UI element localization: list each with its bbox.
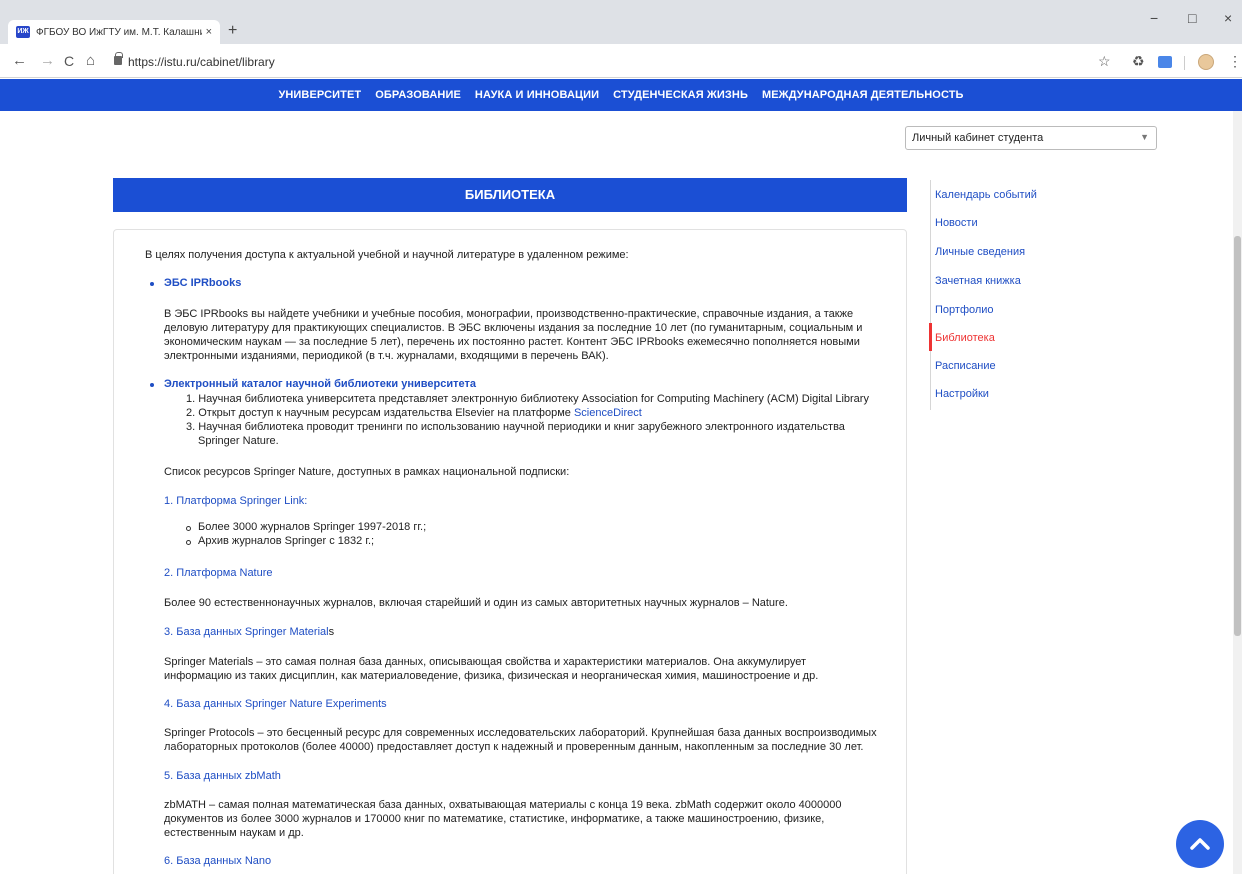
- new-tab-button[interactable]: +: [228, 22, 237, 40]
- forward-icon[interactable]: →: [40, 52, 55, 69]
- springer-link-link[interactable]: Платформа Springer Link:: [176, 495, 307, 507]
- close-window-button[interactable]: ×: [1224, 10, 1232, 26]
- protocols-text-line-1: Springer Protocols – это бесценный ресур…: [164, 727, 877, 739]
- circle-bullet-icon: [186, 526, 191, 531]
- extension-recycle-icon[interactable]: ♻: [1132, 53, 1145, 70]
- bullet-icon: [150, 383, 154, 387]
- ipr-text-line-1: В ЭБС IPRbooks вы найдете учебники и уче…: [164, 308, 854, 320]
- resource-5: 5. База данных zbMath: [164, 770, 281, 782]
- sidebar-item-calendar[interactable]: Календарь событий: [935, 189, 1037, 201]
- materials-text-line-1: Springer Materials – это самая полная ба…: [164, 656, 807, 668]
- sidebar-item-news[interactable]: Новости: [935, 217, 978, 229]
- tab-close-icon[interactable]: ×: [206, 26, 212, 38]
- sidebar-item-gradebook[interactable]: Зачетная книжка: [935, 275, 1021, 287]
- resource-1: 1. Платформа Springer Link:: [164, 495, 308, 507]
- zbmath-text-line-2: документов из более 3000 журналов и 1700…: [164, 813, 825, 825]
- sidebar-item-library[interactable]: Библиотека: [935, 332, 995, 344]
- resource-6: 6. База данных Nano: [164, 855, 272, 867]
- sidebar-item-settings[interactable]: Настройки: [935, 388, 989, 400]
- catalog-item-1: 1. Научная библиотека университета предс…: [186, 393, 869, 405]
- sidebar-item-personal[interactable]: Личные сведения: [935, 246, 1025, 258]
- url-field[interactable]: https://istu.ru/cabinet/library: [128, 55, 275, 69]
- back-icon[interactable]: ←: [12, 52, 27, 69]
- bookmark-star-icon[interactable]: ☆: [1098, 53, 1111, 70]
- sciencedirect-link[interactable]: ScienceDirect: [574, 407, 642, 419]
- catalog-item-3: 3. Научная библиотека проводит тренинги …: [186, 421, 845, 433]
- materials-text-line-2: информацию из таких дисциплин, как матер…: [164, 670, 819, 682]
- zbmath-text-line-1: zbMATH – самая полная математическая баз…: [164, 799, 842, 811]
- nav-student-life[interactable]: СТУДЕНЧЕСКАЯ ЖИЗНЬ: [610, 89, 751, 101]
- sidebar-item-schedule[interactable]: Расписание: [935, 360, 996, 372]
- toolbar-divider: [1184, 56, 1185, 70]
- scroll-to-top-button[interactable]: [1176, 820, 1224, 868]
- sidebar-active-indicator: [929, 323, 932, 351]
- nano-link[interactable]: База данных Nano: [176, 855, 271, 867]
- tab-title: ФГБОУ ВО ИжГТУ им. М.Т. Калашникова: [36, 26, 202, 38]
- catalog-link[interactable]: Электронный каталог научной библиотеки у…: [164, 378, 476, 392]
- zbmath-text-line-3: естественным наукам и др.: [164, 827, 304, 839]
- catalog-item-3-cont: Springer Nature.: [198, 435, 279, 447]
- nav-education[interactable]: ОБРАЗОВАНИЕ: [372, 89, 464, 101]
- translate-extension-icon[interactable]: [1158, 56, 1172, 68]
- cabinet-select-value: Личный кабинет студента: [912, 132, 1044, 144]
- nav-science[interactable]: НАУКА И ИННОВАЦИИ: [472, 89, 602, 101]
- site-favicon-icon: ИЖ: [16, 26, 30, 38]
- ipr-text-line-2: деловую литературу для практикующих спец…: [164, 322, 863, 334]
- resource-4: 4. База данных Springer Nature Experimen…: [164, 698, 387, 710]
- reload-icon[interactable]: C: [64, 53, 74, 69]
- profile-avatar-icon[interactable]: [1198, 54, 1214, 70]
- ipr-text-line-3: экономическим наукам — за последние 5 ле…: [164, 336, 860, 348]
- intro-text: В целях получения доступа к актуальной у…: [145, 249, 629, 261]
- protocols-text-line-2: лабораторных протоколов (более 40000) пр…: [164, 741, 864, 753]
- resource-3: 3. База данных Springer Materials: [164, 626, 335, 638]
- browser-menu-icon[interactable]: ⋮: [1228, 53, 1242, 70]
- bullet-icon: [150, 282, 154, 286]
- springer-experiments-link[interactable]: База данных Springer Nature Experiments: [176, 698, 386, 710]
- circle-bullet-icon: [186, 540, 191, 545]
- home-icon[interactable]: ⌂: [86, 52, 95, 69]
- page-title: БИБЛИОТЕКА: [113, 178, 907, 212]
- ipr-text-line-4: электронными изданиями, периодикой (в т.…: [164, 350, 609, 362]
- springer-link-item-1: Более 3000 журналов Springer 1997-2018 г…: [198, 521, 427, 533]
- nature-link[interactable]: Платформа Nature: [176, 567, 272, 579]
- springer-materials-link[interactable]: База данных Springer Material: [176, 626, 328, 638]
- springer-link-item-2: Архив журналов Springer с 1832 г.;: [198, 535, 375, 547]
- nav-university[interactable]: УНИВЕРСИТЕТ: [275, 89, 364, 101]
- nature-text: Более 90 естественнонаучных журналов, вк…: [164, 597, 788, 609]
- nav-international[interactable]: МЕЖДУНАРОДНАЯ ДЕЯТЕЛЬНОСТЬ: [759, 89, 967, 101]
- catalog-item-2: 2. Открыт доступ к научным ресурсам изда…: [186, 407, 642, 419]
- chevron-down-icon: ▼: [1140, 132, 1149, 142]
- cabinet-sidebar: Календарь событий Новости Личные сведени…: [929, 180, 1130, 410]
- lock-icon: [114, 52, 123, 65]
- sidebar-item-portfolio[interactable]: Портфолио: [935, 304, 994, 316]
- minimize-button[interactable]: −: [1150, 10, 1158, 26]
- zbmath-link[interactable]: База данных zbMath: [176, 770, 281, 782]
- springer-intro: Список ресурсов Springer Nature, доступн…: [164, 466, 570, 478]
- resource-2: 2. Платформа Nature: [164, 567, 273, 579]
- browser-tab-strip: ИЖ ФГБОУ ВО ИжГТУ им. М.Т. Калашникова ×…: [0, 0, 1242, 44]
- scrollbar-thumb[interactable]: [1234, 236, 1241, 636]
- browser-tab[interactable]: ИЖ ФГБОУ ВО ИжГТУ им. М.Т. Калашникова ×: [8, 20, 220, 44]
- site-top-nav: УНИВЕРСИТЕТ ОБРАЗОВАНИЕ НАУКА И ИННОВАЦИ…: [0, 79, 1242, 111]
- chevron-up-icon: [1190, 838, 1210, 850]
- ipr-books-link[interactable]: ЭБС IPRbooks: [164, 277, 241, 291]
- maximize-button[interactable]: □: [1188, 10, 1196, 26]
- cabinet-select[interactable]: Личный кабинет студента ▼: [905, 126, 1157, 150]
- address-bar: ← → C ⌂ https://istu.ru/cabinet/library …: [0, 44, 1242, 78]
